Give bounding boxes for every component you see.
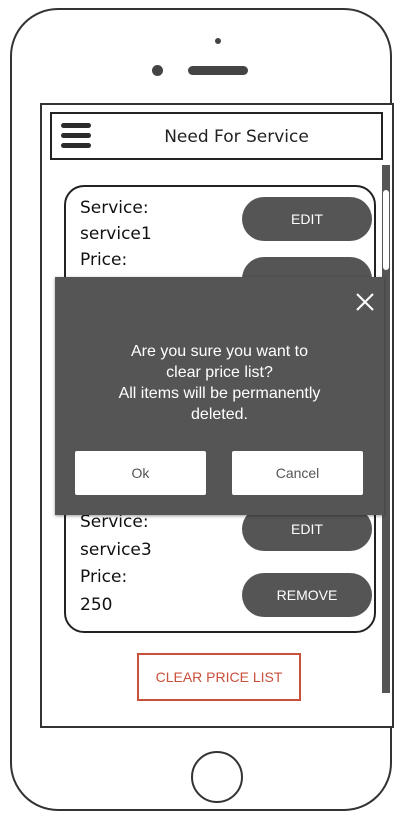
dialog-message-line: Are you sure you want to (131, 343, 308, 360)
app-screen: Need For Service Service: service1 Price… (40, 103, 394, 728)
price-label: Price: (80, 250, 128, 270)
confirm-dialog: Are you sure you want to clear price lis… (55, 277, 384, 515)
price-label: Price: (80, 567, 128, 587)
dialog-message-line: All items will be permanently (118, 385, 321, 402)
dialog-message-line: deleted. (191, 406, 248, 423)
price-value: 250 (80, 595, 113, 615)
dialog-message: Are you sure you want to clear price lis… (75, 341, 364, 425)
proximity-sensor (152, 65, 163, 76)
cancel-button[interactable]: Cancel (232, 451, 363, 495)
home-button[interactable] (191, 751, 243, 803)
service-value: service1 (80, 224, 152, 244)
hamburger-menu-icon[interactable] (61, 123, 91, 149)
dialog-message-line: clear price list? (166, 364, 273, 381)
service-label: Service: (80, 198, 149, 218)
ok-button[interactable]: Ok (75, 451, 206, 495)
edit-button[interactable]: EDIT (242, 197, 372, 241)
close-icon[interactable] (354, 291, 376, 313)
service-card-3: Service: service3 Price: 250 EDIT REMOVE (64, 497, 376, 633)
front-camera (215, 38, 221, 44)
remove-button[interactable]: REMOVE (242, 573, 372, 617)
service-value: service3 (80, 540, 152, 560)
clear-price-list-button[interactable]: CLEAR PRICE LIST (137, 653, 301, 701)
page-title: Need For Service (164, 127, 309, 147)
phone-frame: Need For Service Service: service1 Price… (10, 8, 394, 811)
scrollbar-thumb[interactable] (383, 190, 389, 270)
earpiece-speaker (188, 66, 248, 75)
app-header: Need For Service (50, 112, 383, 160)
